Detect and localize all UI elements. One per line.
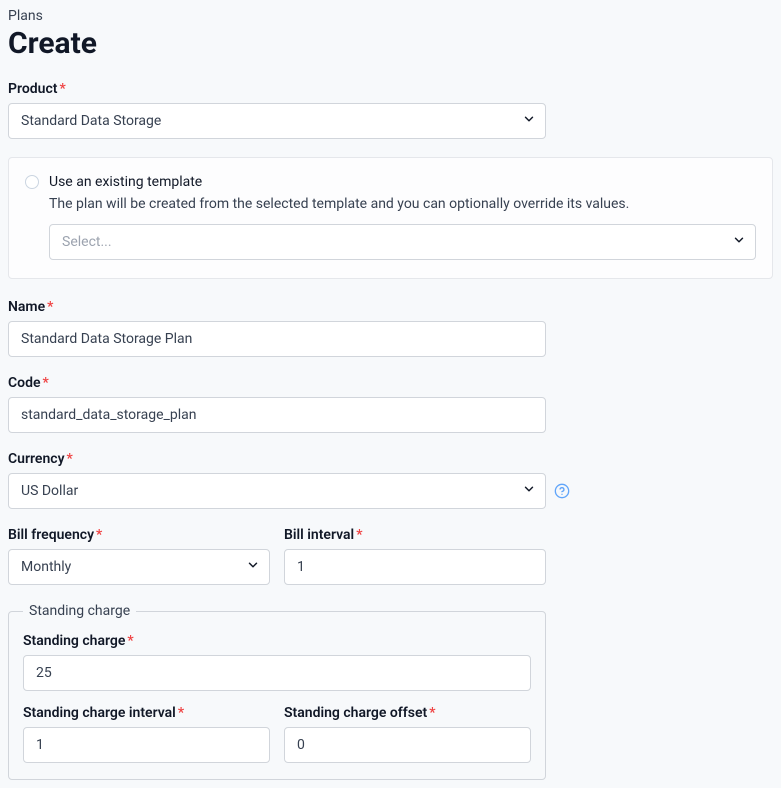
template-panel: Use an existing template The plan will b…: [8, 157, 773, 279]
required-indicator: *: [429, 705, 435, 721]
use-template-radio[interactable]: [25, 175, 39, 189]
product-label: Product*: [8, 81, 773, 97]
template-select-placeholder: Select...: [49, 224, 756, 260]
standing-charge-legend: Standing charge: [23, 603, 136, 619]
required-indicator: *: [43, 375, 49, 391]
bill-frequency-value: Monthly: [8, 549, 270, 585]
required-indicator: *: [47, 299, 53, 315]
standing-charge-interval-label: Standing charge interval*: [23, 705, 270, 721]
template-description: The plan will be created from the select…: [49, 196, 756, 212]
product-select[interactable]: Standard Data Storage: [8, 103, 546, 139]
required-indicator: *: [96, 527, 102, 543]
bill-interval-input[interactable]: [284, 549, 546, 585]
standing-charge-fieldset: Standing charge Standing charge* Standin…: [8, 603, 546, 780]
required-indicator: *: [67, 451, 73, 467]
currency-select-value: US Dollar: [8, 473, 546, 509]
currency-select[interactable]: US Dollar: [8, 473, 546, 509]
standing-charge-input[interactable]: [23, 655, 531, 691]
code-label: Code*: [8, 375, 773, 391]
product-select-value: Standard Data Storage: [8, 103, 546, 139]
currency-label: Currency*: [8, 451, 773, 467]
standing-charge-offset-label: Standing charge offset*: [284, 705, 531, 721]
name-label: Name*: [8, 299, 773, 315]
required-indicator: *: [59, 81, 65, 97]
bill-frequency-select[interactable]: Monthly: [8, 549, 270, 585]
help-icon[interactable]: [554, 483, 570, 499]
page-title: Create: [8, 26, 773, 61]
required-indicator: *: [127, 633, 133, 649]
bill-frequency-label: Bill frequency*: [8, 527, 270, 543]
code-input[interactable]: [8, 397, 546, 433]
breadcrumb[interactable]: Plans: [8, 8, 773, 24]
standing-charge-interval-input[interactable]: [23, 727, 270, 763]
name-input[interactable]: [8, 321, 546, 357]
standing-charge-offset-input[interactable]: [284, 727, 531, 763]
use-template-label: Use an existing template: [49, 174, 202, 190]
template-select[interactable]: Select...: [49, 224, 756, 260]
standing-charge-label: Standing charge*: [23, 633, 531, 649]
bill-interval-label: Bill interval*: [284, 527, 546, 543]
required-indicator: *: [178, 705, 184, 721]
required-indicator: *: [356, 527, 362, 543]
